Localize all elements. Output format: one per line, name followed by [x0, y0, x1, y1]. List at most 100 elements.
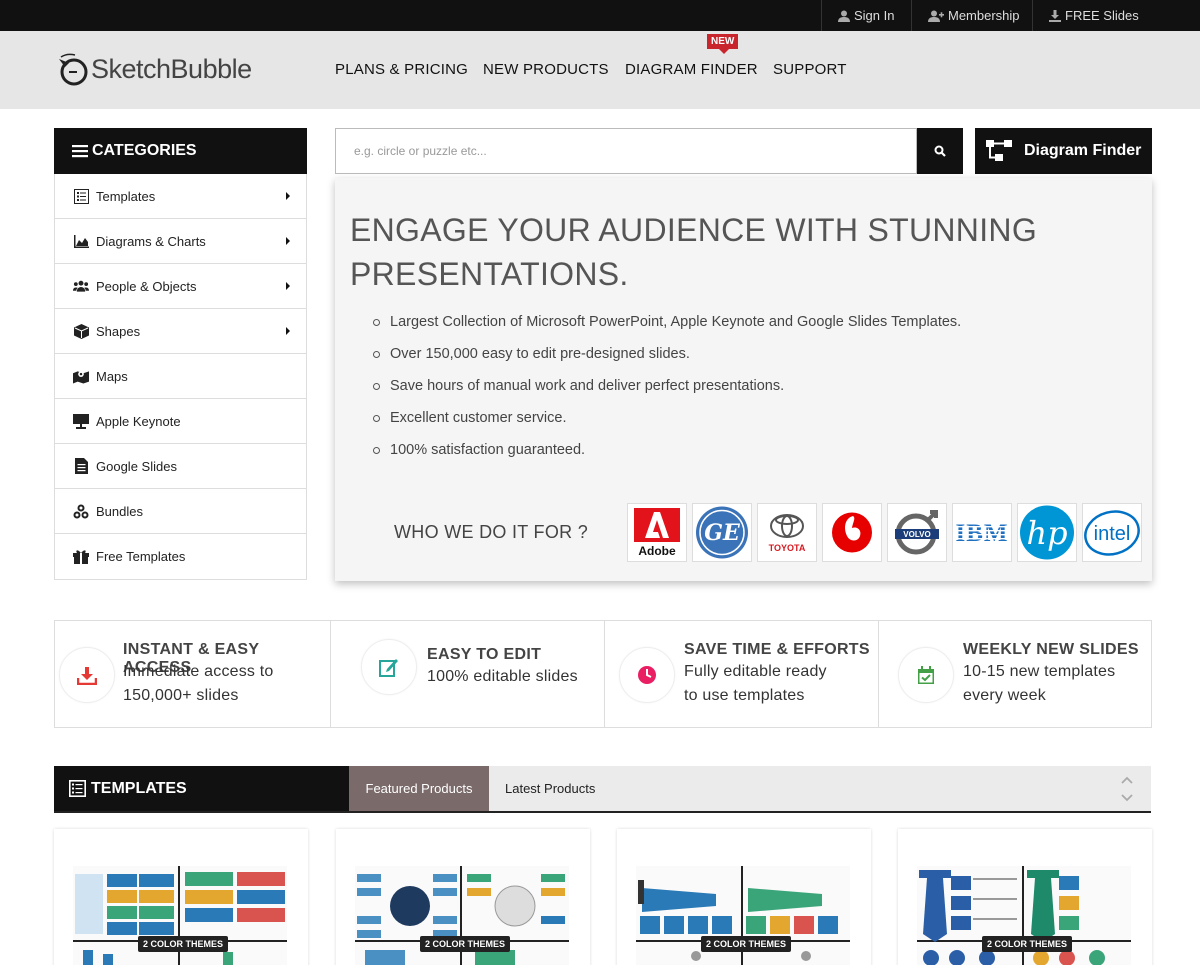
category-templates[interactable]: Templates [55, 174, 306, 219]
category-free-templates[interactable]: Free Templates [55, 534, 306, 579]
category-label: People & Objects [96, 278, 197, 294]
user-plus-icon [928, 10, 944, 22]
toyota-logo: TOYOTA [757, 503, 817, 562]
category-maps[interactable]: Maps [55, 354, 306, 399]
product-card[interactable]: 2 COLOR THEMES [898, 829, 1152, 965]
caret-right-icon [286, 327, 290, 335]
templates-icon [69, 780, 86, 797]
nav-new-products[interactable]: NEW PRODUCTS [483, 61, 609, 78]
search-icon [934, 145, 946, 157]
feature-instant-access: INSTANT & EASY ACCESS Immediate access t… [55, 621, 331, 727]
category-label: Google Slides [96, 458, 177, 474]
download-icon [77, 667, 97, 685]
hero-panel: ENGAGE YOUR AUDIENCE WITH STUNNING PRESE… [335, 178, 1152, 581]
caret-right-icon [286, 192, 290, 200]
svg-text:intel: intel [1094, 523, 1131, 545]
hero-bullet: 100% satisfaction guaranteed. [373, 434, 961, 466]
tab-featured-products[interactable]: Featured Products [349, 766, 489, 811]
hamburger-icon [72, 145, 88, 158]
search-input[interactable] [335, 128, 917, 174]
logo-text: SketchBubble [91, 53, 252, 84]
adobe-logo: Adobe [627, 503, 687, 562]
feature-desc-line: every week [963, 687, 1046, 704]
hero-bullet: Largest Collection of Microsoft PowerPoi… [373, 306, 961, 338]
free-slides-label: FREE Slides [1065, 8, 1139, 23]
clock-icon [638, 666, 656, 684]
nav-plans-pricing[interactable]: PLANS & PRICING [335, 61, 468, 78]
color-themes-badge: 2 COLOR THEMES [701, 936, 792, 952]
hero-bullet: Over 150,000 easy to edit pre-designed s… [373, 338, 961, 370]
feature-desc-line: Immediate access to [123, 663, 274, 680]
people-icon [73, 278, 89, 294]
feature-title: EASY TO EDIT [427, 646, 542, 663]
svg-text:VOLVO: VOLVO [903, 530, 930, 539]
search-button[interactable] [917, 128, 963, 174]
logo[interactable]: SketchBubble [55, 51, 252, 87]
feature-icon-circle [619, 647, 675, 703]
client-logos: Adobe GE TOYOTA Vodafone VOLVO IBM hp in… [627, 503, 1142, 562]
feature-save-time: SAVE TIME & EFFORTS Fully editable ready… [605, 621, 879, 727]
ge-logo: GE [692, 503, 752, 562]
chart-icon [73, 233, 89, 249]
feature-desc-line: 150,000+ slides [123, 687, 239, 704]
membership-link[interactable]: Membership [911, 0, 1032, 31]
category-apple-keynote[interactable]: Apple Keynote [55, 399, 306, 444]
diagram-finder-button[interactable]: Diagram Finder [975, 128, 1152, 174]
category-bundles[interactable]: Bundles [55, 489, 306, 534]
color-themes-badge: 2 COLOR THEMES [982, 936, 1073, 952]
feature-title: SAVE TIME & EFFORTS [684, 641, 870, 658]
product-card[interactable]: 2 COLOR THEMES [336, 829, 590, 965]
category-people-objects[interactable]: People & Objects [55, 264, 306, 309]
feature-desc: Immediate access to 150,000+ slides [123, 660, 343, 708]
feature-weekly-slides: WEEKLY NEW SLIDES 10-15 new templates ev… [879, 621, 1151, 727]
category-label: Shapes [96, 323, 141, 339]
svg-text:Adobe: Adobe [638, 544, 676, 558]
category-label: Diagrams & Charts [96, 233, 206, 249]
category-label: Templates [96, 188, 156, 204]
templates-header: TEMPLATES [54, 766, 349, 811]
svg-text:TOYOTA: TOYOTA [769, 543, 806, 553]
user-icon [838, 10, 850, 22]
feature-desc-line: Fully editable ready [684, 663, 827, 680]
scroll-arrows-icon[interactable] [1121, 776, 1133, 802]
features-strip: INSTANT & EASY ACCESS Immediate access t… [54, 620, 1152, 728]
who-we-do-it-for-label: WHO WE DO IT FOR ? [394, 522, 589, 542]
bundles-icon [73, 503, 89, 519]
nav-support[interactable]: SUPPORT [773, 61, 847, 78]
category-google-slides[interactable]: Google Slides [55, 444, 306, 489]
feature-icon-circle [361, 639, 417, 695]
categories-header[interactable]: CATEGORIES [54, 128, 307, 174]
category-label: Bundles [96, 503, 143, 519]
feature-desc: Fully editable ready to use templates [684, 660, 904, 708]
color-themes-badge: 2 COLOR THEMES [138, 936, 229, 952]
feature-desc-line: to use templates [684, 687, 805, 704]
sign-in-link[interactable]: Sign In [821, 0, 911, 31]
top-bar: Sign In Membership FREE Slides [0, 0, 1200, 31]
sign-in-label: Sign In [854, 8, 895, 23]
product-card[interactable]: 2 COLOR THEMES [617, 829, 871, 965]
edit-icon [379, 659, 398, 677]
tab-latest-products[interactable]: Latest Products [505, 766, 595, 811]
hero-title: ENGAGE YOUR AUDIENCE WITH STUNNING PRESE… [350, 212, 1038, 292]
category-shapes[interactable]: Shapes [55, 309, 306, 354]
category-label: Maps [96, 368, 128, 384]
hp-logo: hp [1017, 503, 1077, 562]
intel-logo: intel [1082, 503, 1142, 562]
product-card[interactable]: 2 COLOR THEMES [54, 829, 308, 965]
templates-title: TEMPLATES [91, 779, 187, 797]
nav-diagram-finder[interactable]: DIAGRAM FINDER [625, 61, 758, 78]
download-icon [1049, 9, 1061, 22]
hero-bullets: Largest Collection of Microsoft PowerPoi… [373, 306, 961, 466]
category-diagrams-charts[interactable]: Diagrams & Charts [55, 219, 306, 264]
caret-right-icon [286, 237, 290, 245]
vodafone-logo: Vodafone [822, 503, 882, 562]
gift-icon [73, 549, 89, 565]
diagram-icon [986, 140, 1012, 161]
keynote-icon [73, 413, 89, 429]
ibm-logo: IBM [952, 503, 1012, 562]
feature-easy-edit: EASY TO EDIT 100% editable slides [331, 621, 605, 727]
feature-icon-circle [898, 647, 954, 703]
free-slides-link[interactable]: FREE Slides [1032, 0, 1152, 31]
templates-icon [73, 188, 89, 204]
hero-bullet: Save hours of manual work and deliver pe… [373, 370, 961, 402]
